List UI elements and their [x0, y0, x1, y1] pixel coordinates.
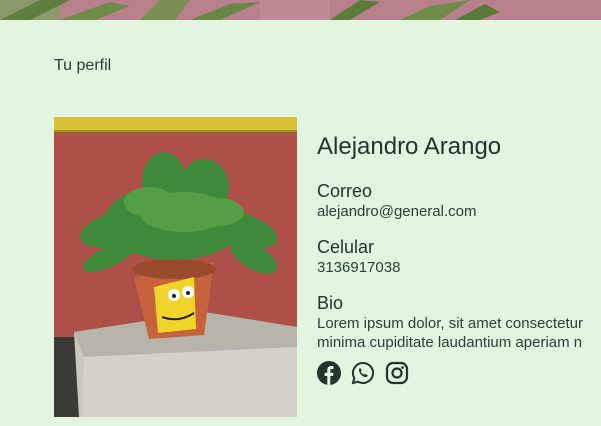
phone-value: 3136917038 — [317, 259, 401, 276]
page-title: Tu perfil — [54, 57, 112, 74]
profile-name: Alejandro Arango — [317, 133, 502, 160]
bio-label: Bio — [317, 293, 344, 313]
phone-label: Celular — [317, 237, 375, 257]
email-value: alejandro@general.com — [317, 203, 477, 220]
profile-photo — [54, 117, 297, 417]
instagram-icon[interactable] — [385, 361, 409, 385]
facebook-icon[interactable] — [317, 361, 341, 385]
email-label: Correo — [317, 181, 373, 201]
phone-section: Celular 3136917038 — [317, 236, 601, 277]
whatsapp-icon[interactable] — [351, 361, 375, 385]
header-banner-image — [0, 0, 601, 20]
email-section: Correo alejandro@general.com — [317, 180, 601, 221]
bio-section: Bio Lorem ipsum dolor, sit amet consecte… — [317, 292, 601, 352]
social-links — [317, 361, 601, 385]
profile-info: Alejandro Arango Correo alejandro@genera… — [317, 132, 601, 385]
bio-line-2: minima cupiditate laudantium aperiam n — [317, 334, 583, 351]
bio-line-1: Lorem ipsum dolor, sit amet consectetur — [317, 315, 583, 332]
